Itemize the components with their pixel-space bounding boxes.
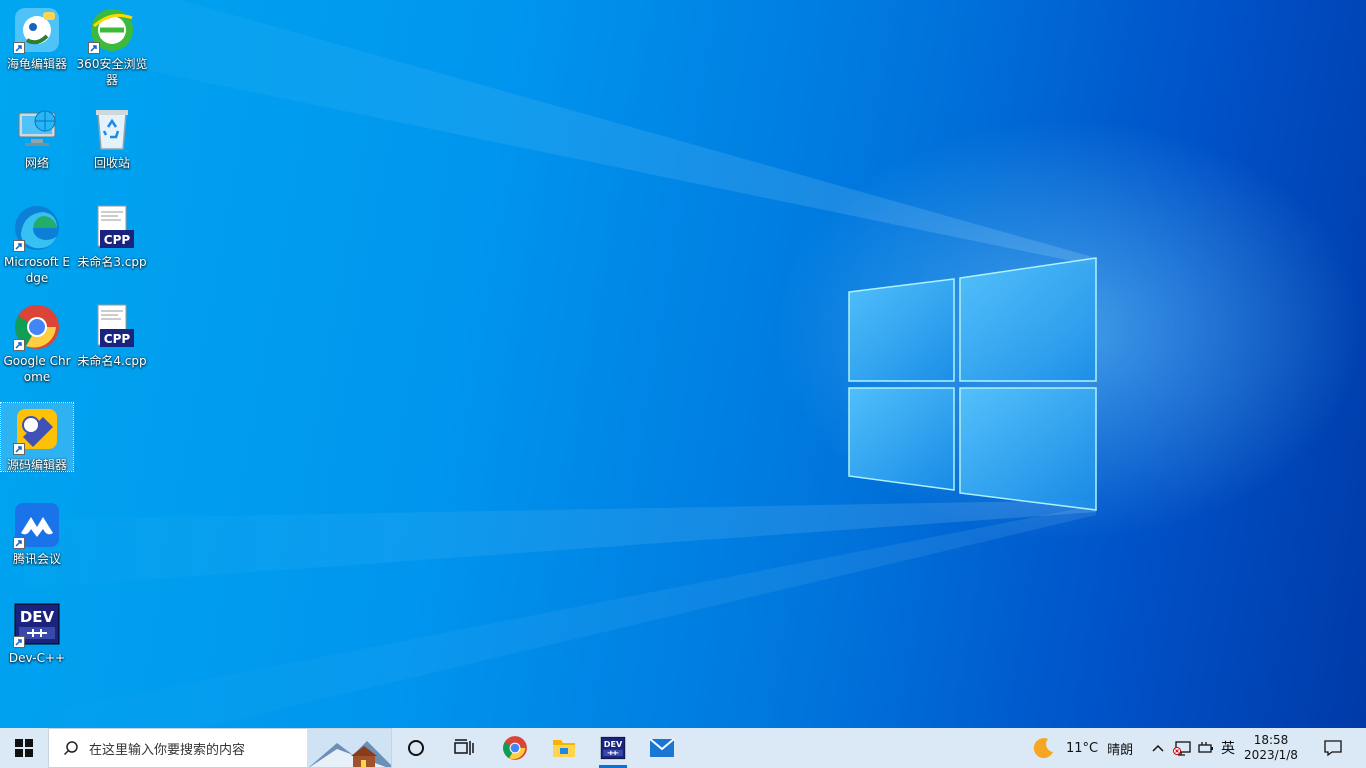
desktop-icon-turtle-editor[interactable]: 海龟编辑器	[1, 2, 73, 98]
360-browser-icon	[88, 6, 136, 54]
task-view-button[interactable]	[440, 728, 488, 768]
taskbar-app-devcpp[interactable]: DEV	[589, 728, 637, 768]
desktop[interactable]: 海龟编辑器 网络 Microsoft Edge Google Chrome 源码…	[0, 0, 1366, 728]
start-button[interactable]	[0, 728, 48, 768]
shortcut-arrow-icon	[88, 42, 100, 54]
windows-logo-wallpaper	[0, 0, 1097, 728]
icon-label: Google Chrome	[3, 354, 71, 384]
shortcut-arrow-icon	[13, 636, 25, 648]
cortana-circle-icon	[408, 740, 424, 756]
weather-widget[interactable]: 11°C 晴朗	[1032, 728, 1148, 768]
desktop-icon-network[interactable]: 网络	[1, 101, 73, 197]
recycle-bin-icon	[88, 105, 136, 153]
turtle-editor-icon	[13, 6, 61, 54]
icon-label: 海龟编辑器	[6, 57, 67, 71]
dev-badge: DEV	[604, 739, 623, 749]
devcpp-icon: DEV	[13, 600, 61, 648]
cortana-button[interactable]	[392, 728, 440, 768]
source-code-editor-icon	[13, 407, 61, 455]
shortcut-arrow-icon	[13, 42, 25, 54]
cpp-badge: CPP	[104, 332, 131, 346]
icon-label: 网络	[24, 156, 49, 170]
desktop-icon-tencent-meeting[interactable]: 腾讯会议	[1, 497, 73, 593]
desktop-icon-devcpp[interactable]: DEV Dev-C++	[1, 596, 73, 692]
desktop-icon-cpp-file-3[interactable]: CPP 未命名3.cpp	[76, 200, 148, 296]
search-box[interactable]: 在这里输入你要搜索的内容	[48, 728, 392, 768]
desktop-icon-chrome[interactable]: Google Chrome	[1, 299, 73, 395]
clock-date: 2023/1/8	[1244, 748, 1298, 762]
desktop-icon-source-code-editor[interactable]: 源码编辑器	[0, 402, 74, 472]
weather-temp: 11°C	[1066, 740, 1099, 756]
notification-icon	[1324, 740, 1342, 757]
icon-label: 腾讯会议	[12, 552, 61, 566]
dev-badge: DEV	[20, 608, 55, 626]
cpp-file-icon: CPP	[88, 204, 136, 252]
taskbar-app-file-explorer[interactable]	[540, 728, 588, 768]
desktop-icon-360-browser[interactable]: 360安全浏览器	[76, 2, 148, 98]
clock[interactable]: 18:58 2023/1/8	[1240, 728, 1302, 768]
icon-label: Microsoft Edge	[3, 255, 70, 285]
weather-desc: 晴朗	[1107, 742, 1134, 758]
shortcut-arrow-icon	[13, 339, 25, 351]
icon-label: 回收站	[93, 156, 130, 170]
clock-time: 18:58	[1253, 733, 1289, 747]
search-highlight-image	[307, 729, 391, 767]
network-icon	[13, 105, 61, 153]
show-hidden-icons-button[interactable]	[1148, 728, 1168, 768]
desktop-icon-cpp-file-4[interactable]: CPP 未命名4.cpp	[76, 299, 148, 395]
power-status-button[interactable]	[1195, 728, 1217, 768]
search-icon	[63, 741, 78, 756]
power-plug-icon	[1198, 742, 1213, 753]
chrome-icon	[503, 736, 527, 760]
network-status-icon	[1173, 741, 1191, 756]
mail-icon	[649, 738, 675, 757]
input-language: 英	[1221, 741, 1235, 757]
edge-icon	[13, 204, 61, 252]
taskbar: 在这里输入你要搜索的内容 DEV 11°C 晴朗 英 18:58 2023/1/…	[0, 728, 1366, 768]
network-status-button[interactable]	[1171, 728, 1193, 768]
shortcut-arrow-icon	[13, 240, 25, 252]
taskbar-app-mail[interactable]	[638, 728, 686, 768]
icon-label: Dev-C++	[8, 651, 66, 665]
desktop-icon-recycle-bin[interactable]: 回收站	[76, 101, 148, 197]
cpp-badge: CPP	[104, 233, 131, 247]
chrome-icon	[13, 303, 61, 351]
notification-center-button[interactable]	[1308, 728, 1358, 768]
icon-label: 未命名3.cpp	[77, 255, 147, 269]
input-language-button[interactable]: 英	[1217, 728, 1239, 768]
shortcut-arrow-icon	[13, 537, 25, 549]
shortcut-arrow-icon	[13, 443, 25, 455]
task-view-icon	[454, 739, 474, 755]
chevron-up-icon	[1152, 744, 1164, 752]
taskbar-app-chrome[interactable]	[491, 728, 539, 768]
icon-label: 源码编辑器	[6, 458, 67, 472]
devcpp-icon: DEV	[600, 736, 626, 760]
folder-icon	[553, 740, 575, 757]
desktop-icon-edge[interactable]: Microsoft Edge	[1, 200, 73, 296]
cpp-file-icon: CPP	[88, 303, 136, 351]
tencent-meeting-icon	[13, 501, 61, 549]
icon-label: 360安全浏览器	[76, 57, 148, 87]
windows-start-icon	[15, 739, 33, 757]
search-placeholder: 在这里输入你要搜索的内容	[89, 742, 246, 758]
icon-label: 未命名4.cpp	[77, 354, 147, 368]
moon-icon	[1033, 738, 1053, 759]
